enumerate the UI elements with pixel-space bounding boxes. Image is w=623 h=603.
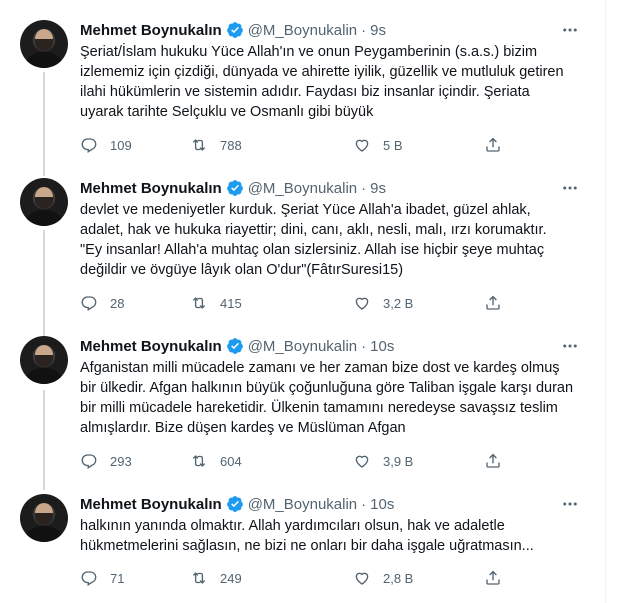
reply-count: 71 <box>110 570 125 586</box>
author-name[interactable]: Mehmet Boynukalın <box>80 22 222 39</box>
avatar[interactable] <box>20 20 68 68</box>
tweet-text-line: uyarak tarihte Selçuklu ve Osmanlı gibi … <box>80 104 374 120</box>
share-icon <box>486 570 500 585</box>
tweet-text-line: hükmetmelerini sağlasın, ne bizi ne onla… <box>80 538 534 554</box>
author-name[interactable]: Mehmet Boynukalın <box>80 338 222 355</box>
tweet-actions: 28 415 3,2 B <box>80 294 520 314</box>
heart-icon <box>355 139 369 152</box>
tweet-text: Afganistan milli mücadele zamanı ve her … <box>80 358 574 438</box>
tweet[interactable]: Mehmet Boynukalın @M_Boynukalin · 9s Şer… <box>0 20 606 158</box>
author-name[interactable]: Mehmet Boynukalın <box>80 180 222 197</box>
tweet-text-line: adalet, hak ve hukuka riayettir; dini, c… <box>80 222 547 238</box>
avatar[interactable] <box>20 336 68 384</box>
tweet-text-line: bir ülkedir. Afgan halkının büyük çoğunl… <box>80 380 574 396</box>
author-handle[interactable]: @M_Boynukalin <box>248 22 357 39</box>
tweet[interactable]: Mehmet Boynukalın @M_Boynukalin · 10s Af… <box>0 336 606 474</box>
tweet-text-line: bir milli mücadele hareketidir. Ülkenin … <box>80 400 558 416</box>
reply-count: 293 <box>110 453 132 469</box>
reply-count: 28 <box>110 295 125 311</box>
tweet-actions: 109 788 5 B <box>80 136 520 156</box>
share-button[interactable] <box>484 569 502 587</box>
more-icon[interactable] <box>560 21 580 39</box>
tweet-timestamp[interactable]: 9s <box>370 180 386 197</box>
separator-dot: · <box>361 179 367 197</box>
tweet-text-line: Şeriat/İslam hukuku Yüce Allah'ın ve onu… <box>80 44 538 60</box>
retweet-button[interactable]: 788 <box>190 136 242 154</box>
tweet-thread: Mehmet Boynukalın @M_Boynukalin · 9s Şer… <box>0 0 606 603</box>
tweet-actions: 71 249 2,8 B <box>80 569 520 589</box>
reply-button[interactable]: 109 <box>80 136 132 154</box>
tweet-text: Şeriat/İslam hukuku Yüce Allah'ın ve onu… <box>80 42 564 122</box>
author-name[interactable]: Mehmet Boynukalın <box>80 496 222 513</box>
retweet-count: 788 <box>220 137 242 153</box>
reply-icon <box>81 296 97 312</box>
avatar[interactable] <box>20 178 68 226</box>
verified-badge-icon <box>226 22 243 38</box>
tweet[interactable]: Mehmet Boynukalın @M_Boynukalin · 10s ha… <box>0 494 606 594</box>
share-icon <box>486 137 500 152</box>
tweet-timestamp[interactable]: 10s <box>370 338 394 355</box>
retweet-button[interactable]: 249 <box>190 569 242 587</box>
tweet-text-line: almışlardır. Bize düşen kardeş ve Müslüm… <box>80 420 406 436</box>
retweet-icon <box>192 572 206 584</box>
heart-icon <box>355 297 369 310</box>
retweet-icon <box>192 455 206 467</box>
retweet-icon <box>192 139 206 151</box>
retweet-count: 249 <box>220 570 242 586</box>
share-button[interactable] <box>484 136 502 154</box>
reply-icon <box>81 571 97 587</box>
like-button[interactable]: 2,8 B <box>353 569 413 587</box>
more-icon[interactable] <box>560 337 580 355</box>
share-button[interactable] <box>484 452 502 470</box>
tweet-text-line: Afganistan milli mücadele zamanı ve her … <box>80 360 560 376</box>
avatar[interactable] <box>20 494 68 542</box>
tweet[interactable]: Mehmet Boynukalın @M_Boynukalin · 9s dev… <box>0 178 606 316</box>
tweet-text: halkının yanında olmaktır. Allah yardımc… <box>80 516 550 556</box>
like-count: 3,2 B <box>383 295 414 311</box>
tweet-actions: 293 604 3,9 B <box>80 452 520 472</box>
retweet-count: 604 <box>220 453 242 469</box>
verified-badge-icon <box>226 496 243 512</box>
reply-count: 109 <box>110 137 132 153</box>
heart-icon <box>355 455 369 468</box>
like-button[interactable]: 3,9 B <box>353 452 413 470</box>
like-button[interactable]: 5 B <box>353 136 403 154</box>
verified-badge-icon <box>226 338 243 354</box>
author-handle[interactable]: @M_Boynukalin <box>248 496 357 513</box>
like-count: 2,8 B <box>383 570 414 586</box>
share-icon <box>486 453 500 468</box>
reply-button[interactable]: 71 <box>80 569 124 587</box>
retweet-icon <box>192 297 206 309</box>
separator-dot: · <box>361 495 367 513</box>
retweet-button[interactable]: 604 <box>190 452 242 470</box>
separator-dot: · <box>361 337 367 355</box>
like-button[interactable]: 3,2 B <box>353 294 413 312</box>
tweet-text-line: devlet ve medeniyetler kurduk. Şeriat Yü… <box>80 202 531 218</box>
more-icon[interactable] <box>560 495 580 513</box>
reply-icon <box>81 454 97 470</box>
reply-icon <box>81 138 97 154</box>
share-button[interactable] <box>484 294 502 312</box>
retweet-count: 415 <box>220 295 242 311</box>
tweet-text-line: ilahi hükümlerin ve sistemin adıdır. Fay… <box>80 84 530 100</box>
reply-button[interactable]: 293 <box>80 452 132 470</box>
like-count: 3,9 B <box>383 453 414 469</box>
author-handle[interactable]: @M_Boynukalin <box>248 338 357 355</box>
verified-badge-icon <box>226 180 243 196</box>
heart-icon <box>355 572 369 585</box>
retweet-button[interactable]: 415 <box>190 294 242 312</box>
tweet-text-line: izlememiz için çizdiği, dünyada ve ahire… <box>80 64 564 80</box>
author-handle[interactable]: @M_Boynukalin <box>248 180 357 197</box>
tweet-timestamp[interactable]: 9s <box>370 22 386 39</box>
more-icon[interactable] <box>560 179 580 197</box>
tweet-timestamp[interactable]: 10s <box>370 496 394 513</box>
tweet-text: devlet ve medeniyetler kurduk. Şeriat Yü… <box>80 200 550 280</box>
tweet-text-line: halkının yanında olmaktır. Allah yardımc… <box>80 518 505 534</box>
separator-dot: · <box>361 21 367 39</box>
like-count: 5 B <box>383 137 403 153</box>
share-icon <box>486 295 500 310</box>
tweet-text-line: değildir ve övgüye lâyık olan O'dur"(Fât… <box>80 262 404 278</box>
tweet-text-line: "Ey insanlar! Allah'a muhtaç olan sizler… <box>80 242 545 258</box>
reply-button[interactable]: 28 <box>80 294 124 312</box>
